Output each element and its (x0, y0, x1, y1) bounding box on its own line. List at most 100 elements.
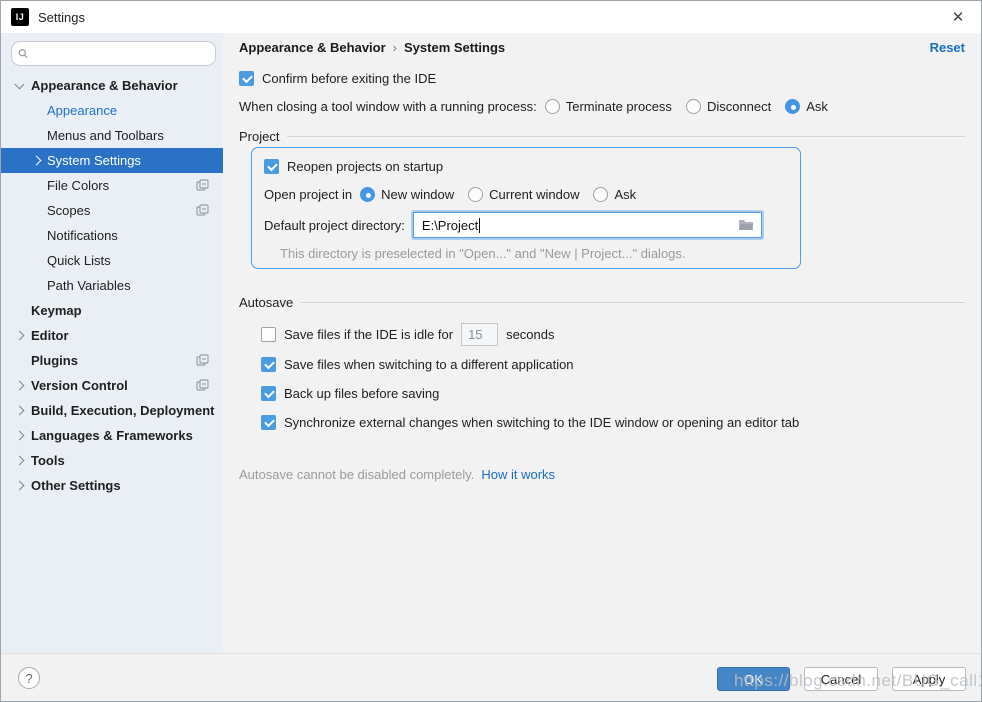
terminate-process-radio[interactable] (545, 99, 560, 114)
reopen-projects-row: Reopen projects on startup (264, 159, 443, 174)
search-icon (18, 47, 28, 60)
autosave-option-row: Back up files before saving (261, 386, 439, 401)
sidebar-item-editor[interactable]: Editor (1, 323, 223, 348)
shared-settings-icon (196, 354, 209, 370)
sidebar-item-label: Plugins (31, 353, 78, 368)
project-section-label: Project (239, 129, 279, 144)
confirm-exit-row: Confirm before exiting the IDE (239, 71, 436, 86)
current-window-radio[interactable] (468, 187, 483, 202)
idle-save-label-before: Save files if the IDE is idle for (284, 327, 453, 342)
sidebar-item-label: Path Variables (47, 278, 131, 293)
sidebar-item-label: File Colors (47, 178, 109, 193)
apply-button[interactable]: Apply (892, 667, 966, 691)
reopen-projects-checkbox[interactable] (264, 159, 279, 174)
chevron-right-icon[interactable] (15, 405, 25, 415)
chevron-right-icon[interactable] (15, 455, 25, 465)
sidebar-item-appearance[interactable]: Appearance (1, 98, 223, 123)
window-title: Settings (38, 10, 85, 25)
default-dir-label: Default project directory: (264, 218, 405, 233)
project-group-box: Reopen projects on startup Open project … (251, 147, 801, 269)
default-dir-hint: This directory is preselected in "Open..… (280, 246, 686, 261)
sidebar-item-label: Languages & Frameworks (31, 428, 193, 443)
sidebar-item-system-settings[interactable]: System Settings (1, 148, 223, 173)
ask-open-radio[interactable] (593, 187, 608, 202)
sidebar-item-file-colors[interactable]: File Colors (1, 173, 223, 198)
sidebar-item-plugins[interactable]: Plugins (1, 348, 223, 373)
sidebar-item-version-control[interactable]: Version Control (1, 373, 223, 398)
settings-sidebar: Appearance & Behavior Appearance Menus and… (1, 33, 223, 654)
disconnect-label[interactable]: Disconnect (707, 99, 771, 114)
chevron-right-icon[interactable] (15, 480, 25, 490)
default-dir-input[interactable]: E:\Project (413, 212, 762, 238)
sidebar-item-label: Appearance (47, 103, 117, 118)
terminate-process-label[interactable]: Terminate process (566, 99, 672, 114)
sidebar-item-path-variables[interactable]: Path Variables (1, 273, 223, 298)
chevron-right-icon[interactable] (15, 380, 25, 390)
sidebar-item-label: Notifications (47, 228, 118, 243)
reset-link[interactable]: Reset (930, 40, 965, 55)
how-it-works-link[interactable]: How it works (481, 467, 555, 482)
confirm-exit-checkbox[interactable] (239, 71, 254, 86)
help-button[interactable]: ? (18, 667, 40, 689)
new-window-radio[interactable] (360, 187, 375, 202)
sidebar-item-label: Appearance & Behavior (31, 78, 178, 93)
cancel-button[interactable]: Cancel (804, 667, 878, 691)
breadcrumb-current: System Settings (404, 40, 505, 55)
autosave-section-label: Autosave (239, 295, 293, 310)
sidebar-item-languages-frameworks[interactable]: Languages & Frameworks (1, 423, 223, 448)
autosave-option-checkbox[interactable] (261, 415, 276, 430)
idle-save-row: Save files if the IDE is idle for 15 sec… (261, 323, 555, 346)
open-project-in-row: Open project in New window Current windo… (264, 187, 650, 202)
autosave-option-label: Back up files before saving (284, 386, 439, 401)
idle-save-checkbox[interactable] (261, 327, 276, 342)
title-bar: IJ Settings ✕ (1, 1, 981, 33)
dialog-footer: ? OK Cancel Apply (1, 653, 981, 701)
chevron-right-icon[interactable] (15, 430, 25, 440)
sidebar-item-appearance-behavior[interactable]: Appearance & Behavior (1, 73, 223, 98)
project-section-header: Project (239, 129, 965, 144)
breadcrumb-parent[interactable]: Appearance & Behavior (239, 40, 386, 55)
breadcrumb: Appearance & Behavior › System Settings Re… (239, 40, 965, 55)
sidebar-item-label: System Settings (47, 153, 141, 168)
text-caret (479, 218, 480, 233)
disconnect-radio[interactable] (686, 99, 701, 114)
new-window-label[interactable]: New window (381, 187, 454, 202)
open-project-in-label: Open project in (264, 187, 352, 202)
breadcrumb-separator-icon: › (393, 40, 397, 55)
ask-label[interactable]: Ask (806, 99, 828, 114)
shared-settings-icon (196, 379, 209, 395)
chevron-down-icon[interactable] (15, 79, 25, 89)
chevron-right-icon[interactable] (32, 155, 42, 165)
close-icon[interactable]: ✕ (935, 1, 981, 32)
ok-button[interactable]: OK (717, 667, 790, 691)
sidebar-item-notifications[interactable]: Notifications (1, 223, 223, 248)
reopen-projects-label: Reopen projects on startup (287, 159, 443, 174)
autosave-option-checkbox[interactable] (261, 357, 276, 372)
sidebar-item-keymap[interactable]: Keymap (1, 298, 223, 323)
autosave-section-header: Autosave (239, 295, 965, 310)
idle-save-label-after: seconds (506, 327, 554, 342)
idle-seconds-input[interactable]: 15 (461, 323, 498, 346)
sidebar-item-menus-and-toolbars[interactable]: Menus and Toolbars (1, 123, 223, 148)
settings-tree: Appearance & Behavior Appearance Menus and… (1, 73, 223, 498)
autosave-footnote-row: Autosave cannot be disabled completely. … (239, 467, 555, 482)
sidebar-item-build-execution-deployment[interactable]: Build, Execution, Deployment (1, 398, 223, 423)
sidebar-item-other-settings[interactable]: Other Settings (1, 473, 223, 498)
sidebar-item-tools[interactable]: Tools (1, 448, 223, 473)
search-input[interactable] (33, 46, 209, 61)
browse-folder-icon[interactable] (738, 218, 754, 234)
sidebar-item-label: Scopes (47, 203, 90, 218)
sidebar-item-quick-lists[interactable]: Quick Lists (1, 248, 223, 273)
settings-content: Appearance & Behavior › System Settings Re… (223, 33, 981, 653)
chevron-right-icon[interactable] (15, 330, 25, 340)
shared-settings-icon (196, 204, 209, 220)
current-window-label[interactable]: Current window (489, 187, 579, 202)
ask-radio[interactable] (785, 99, 800, 114)
settings-search-box[interactable] (11, 41, 216, 66)
ask-open-label[interactable]: Ask (614, 187, 636, 202)
autosave-option-checkbox[interactable] (261, 386, 276, 401)
default-dir-row: Default project directory: E:\Project (264, 212, 762, 238)
autosave-option-label: Synchronize external changes when switch… (284, 415, 799, 430)
shared-settings-icon (196, 179, 209, 195)
sidebar-item-scopes[interactable]: Scopes (1, 198, 223, 223)
